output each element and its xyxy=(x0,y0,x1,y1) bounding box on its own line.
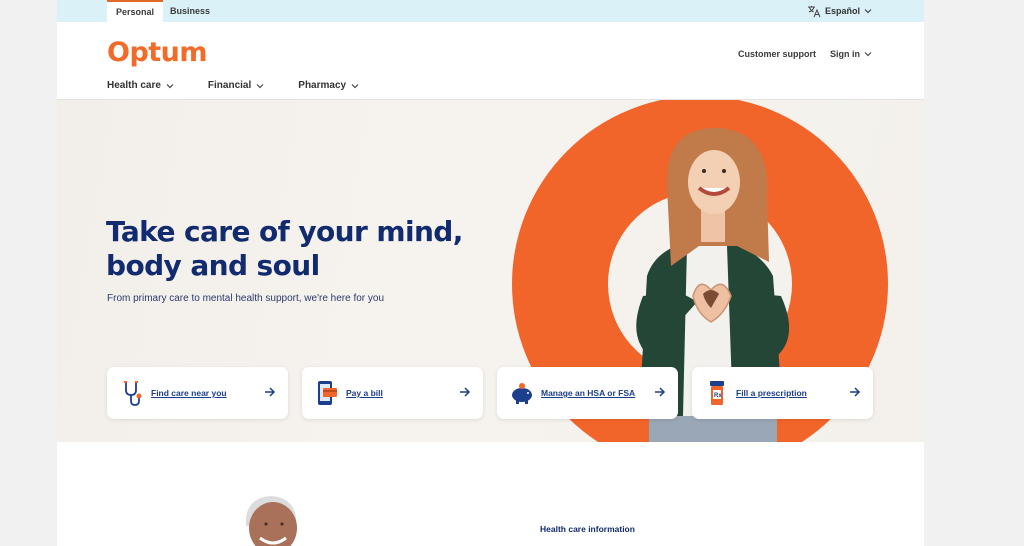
arrow-right-icon xyxy=(265,387,276,397)
prescription-card[interactable]: Rx Fill a prescription xyxy=(692,367,873,419)
tab-personal[interactable]: Personal xyxy=(107,0,163,22)
site-header: Optum Customer support Sign in Health ca… xyxy=(57,22,924,100)
chevron-down-icon xyxy=(864,9,872,14)
hero-banner: Take care of your mind, body and soul Fr… xyxy=(57,100,924,442)
piggy-bank-icon xyxy=(512,383,532,404)
arrow-right-icon xyxy=(655,387,666,397)
translate-icon xyxy=(807,5,821,17)
chevron-down-icon xyxy=(166,83,174,88)
sign-in-menu[interactable]: Sign in xyxy=(830,49,872,59)
find-care-card[interactable]: Find care near you xyxy=(107,367,288,419)
pay-bill-link[interactable]: Pay a bill xyxy=(346,388,383,398)
nav-financial[interactable]: Financial xyxy=(208,80,264,91)
chevron-down-icon xyxy=(256,83,264,88)
nav-label: Health care xyxy=(107,80,161,91)
stethoscope-icon xyxy=(124,381,142,406)
pay-bill-card[interactable]: Pay a bill xyxy=(302,367,483,419)
language-label: Español xyxy=(824,6,860,16)
hsa-fsa-card[interactable]: Manage an HSA or FSA xyxy=(497,367,678,419)
nav-health-care[interactable]: Health care xyxy=(107,80,174,91)
arrow-right-icon xyxy=(460,387,471,397)
nav-pharmacy[interactable]: Pharmacy xyxy=(298,80,359,91)
main-nav: Health care Financial Pharmacy xyxy=(107,80,359,91)
prescription-link[interactable]: Fill a prescription xyxy=(736,388,807,398)
svg-text:Rx: Rx xyxy=(714,393,722,399)
optum-logo[interactable]: Optum xyxy=(107,37,208,68)
utility-bar: Personal Business Español xyxy=(57,0,924,22)
older-man-photo xyxy=(245,496,297,546)
prescription-bottle-icon: Rx xyxy=(710,381,724,405)
chevron-down-icon xyxy=(351,83,359,88)
customer-support-label: Customer support xyxy=(737,49,816,59)
tab-business[interactable]: Business xyxy=(163,0,217,22)
language-selector[interactable]: Español xyxy=(807,4,872,18)
arrow-right-icon xyxy=(850,387,861,397)
hero-title: Take care of your mind, body and soul xyxy=(106,215,463,282)
chevron-down-icon xyxy=(864,52,872,57)
hero-subtitle: From primary care to mental health suppo… xyxy=(107,293,385,304)
find-care-link[interactable]: Find care near you xyxy=(151,388,227,398)
page: Personal Business Español Optum Customer… xyxy=(57,0,924,546)
header-links: Customer support Sign in xyxy=(738,49,872,59)
nav-label: Pharmacy xyxy=(298,80,347,91)
sign-in-label: Sign in xyxy=(830,49,860,59)
nav-label: Financial xyxy=(207,80,252,91)
phone-card-icon xyxy=(318,381,337,405)
hsa-fsa-link[interactable]: Manage an HSA or FSA xyxy=(541,388,635,398)
lower-section: Health care information xyxy=(57,442,924,546)
health-care-info-heading: Health care information xyxy=(540,524,635,534)
customer-support-link[interactable]: Customer support xyxy=(738,49,816,59)
